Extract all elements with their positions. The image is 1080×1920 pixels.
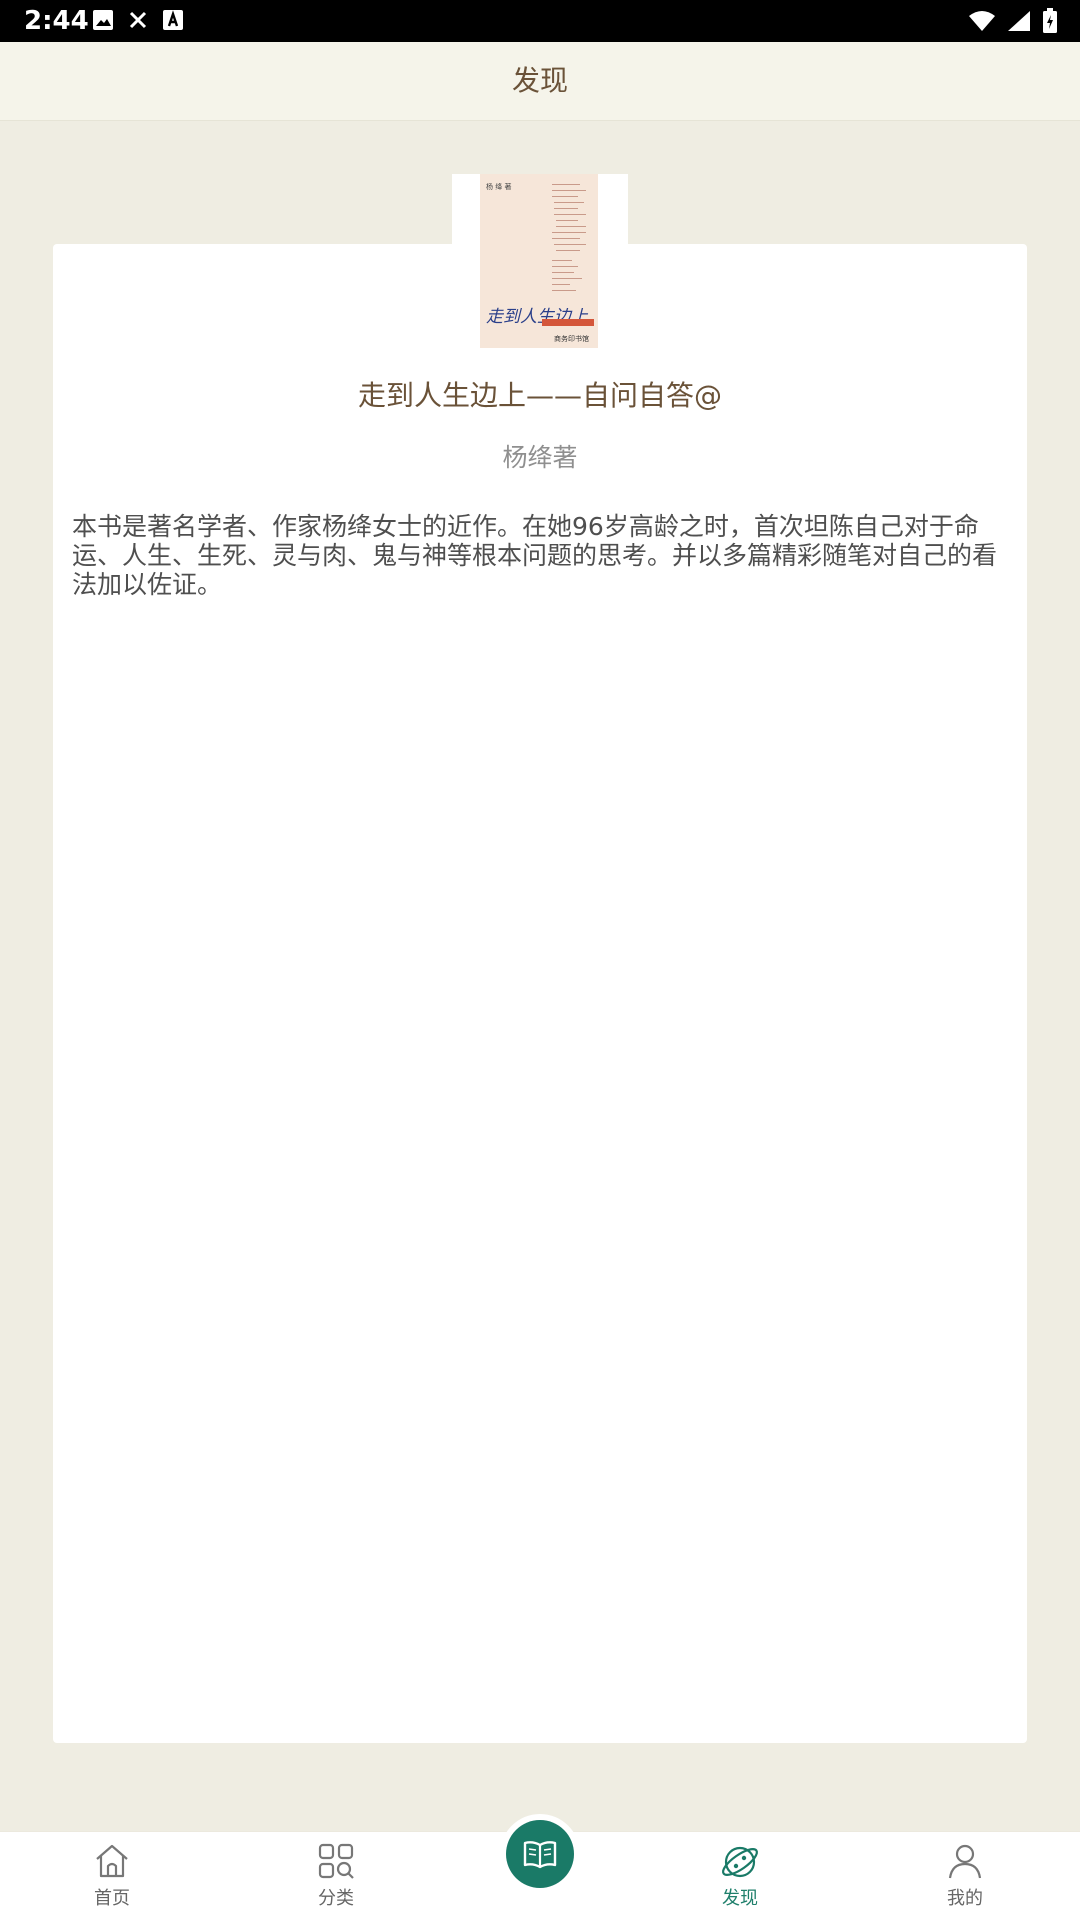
book-cover-frame[interactable]: 杨 绛 著 走到人生边上 商务印书馆	[452, 174, 628, 350]
book-title: 走到人生边上——自问自答@	[357, 379, 722, 412]
battery-icon	[1042, 8, 1058, 34]
status-notifications	[92, 9, 184, 31]
book-author: 杨绛著	[502, 443, 578, 472]
status-bar: 2:44	[0, 0, 1080, 42]
nav-item-category[interactable]: 分类	[256, 1832, 416, 1920]
category-icon	[315, 1840, 357, 1882]
cover-band	[542, 319, 594, 326]
cover-author: 杨 绛 著	[486, 183, 512, 191]
discover-icon	[719, 1840, 761, 1882]
status-system-icons	[968, 8, 1058, 34]
status-time: 2:44	[24, 6, 89, 36]
bookshelf-button[interactable]	[500, 1814, 580, 1894]
wifi-icon	[968, 9, 996, 33]
home-icon	[91, 1840, 133, 1882]
font-icon	[162, 9, 184, 31]
nav-item-profile[interactable]: 我的	[885, 1832, 1045, 1920]
signal-icon	[1006, 9, 1032, 33]
cover-publisher: 商务印书馆	[554, 335, 589, 343]
page-title: 发现	[511, 64, 568, 97]
app-header: 发现	[0, 42, 1080, 121]
nav-item-discover[interactable]: 发现	[660, 1832, 820, 1920]
book-description: 本书是著名学者、作家杨绛女士的近作。在她96岁高龄之时，首次坦陈自己对于命运、人…	[72, 512, 998, 599]
nav-label-profile: 我的	[947, 1888, 983, 1909]
bookshelf-button-circle[interactable]	[506, 1820, 574, 1888]
close-icon	[128, 10, 148, 30]
nav-label-home: 首页	[94, 1888, 130, 1909]
image-icon	[92, 9, 114, 31]
nav-label-discover: 发现	[722, 1888, 758, 1909]
nav-label-category: 分类	[318, 1888, 354, 1909]
nav-item-home[interactable]: 首页	[32, 1832, 192, 1920]
book-cover-image[interactable]: 杨 绛 著 走到人生边上 商务印书馆	[480, 174, 598, 348]
profile-icon	[944, 1840, 986, 1882]
